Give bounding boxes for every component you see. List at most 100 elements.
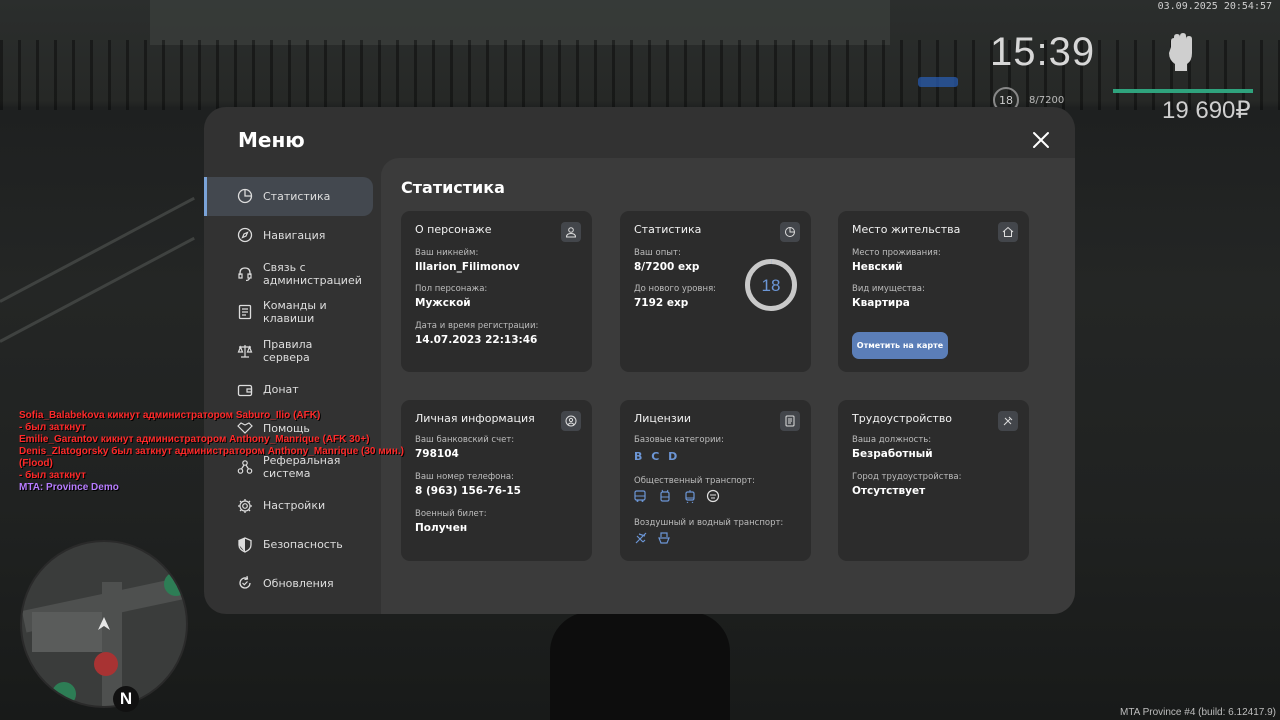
license-document-icon bbox=[780, 411, 800, 431]
field-value: Illarion_Filimonov bbox=[415, 261, 520, 273]
field-label: Базовые категории: bbox=[634, 435, 724, 445]
property-type-field: Вид имущества: Квартира bbox=[852, 284, 925, 309]
military-id-field: Военный билет: Получен bbox=[415, 509, 487, 534]
field-value: Невский bbox=[852, 261, 903, 273]
sidebar-item-updates[interactable]: Обновления bbox=[204, 564, 373, 603]
sidebar-item-rules[interactable]: Правила сервера bbox=[204, 332, 373, 371]
sidebar-item-navigation[interactable]: Навигация bbox=[204, 216, 373, 255]
mark-on-map-button[interactable]: Отметить на карте bbox=[852, 332, 948, 359]
field-value: 8 (963) 156-76-15 bbox=[415, 485, 521, 497]
wallet-icon bbox=[237, 384, 253, 396]
minimap-block bbox=[32, 612, 102, 652]
trolleybus-icon bbox=[660, 489, 670, 502]
exp-field: Ваш опыт: 8/7200 exp bbox=[634, 248, 699, 273]
sidebar-nav: Статистика Навигация Связь с администрац… bbox=[204, 177, 380, 603]
bank-account-field: Ваш банковский счет: 798104 bbox=[415, 435, 514, 460]
sidebar-item-label: Безопасность bbox=[263, 538, 343, 552]
field-value: 7192 exp bbox=[634, 297, 689, 309]
registration-field: Дата и время регистрации: 14.07.2023 22:… bbox=[415, 321, 538, 346]
hud-exp: 8/7200 bbox=[1029, 95, 1065, 106]
background-car bbox=[918, 77, 958, 87]
field-value: 798104 bbox=[415, 448, 459, 460]
chat-line: Denis_Zlatogorsky был заткнут администра… bbox=[19, 446, 404, 457]
tools-icon bbox=[998, 411, 1018, 431]
sidebar-item-security[interactable]: Безопасность bbox=[204, 525, 373, 564]
field-label: Общественный транспорт: bbox=[634, 476, 755, 486]
licenses-card: Лицензии Базовые категории: B C D Общест… bbox=[620, 400, 811, 561]
road-marking bbox=[0, 236, 195, 343]
pie-chart-icon bbox=[237, 189, 253, 204]
field-label: До нового уровня: bbox=[634, 284, 717, 294]
field-label: Ваша должность: bbox=[852, 435, 932, 445]
sidebar-item-label: Связь с администрацией bbox=[263, 260, 362, 287]
sidebar-item-label: Правила сервера bbox=[263, 338, 313, 365]
refresh-icon bbox=[239, 576, 251, 589]
background-building bbox=[150, 0, 890, 45]
field-label: Дата и время регистрации: bbox=[415, 321, 539, 331]
chat-log: Sofia_Balabekova кикнут администратором … bbox=[19, 410, 404, 494]
card-title: Трудоустройство bbox=[852, 412, 953, 425]
field-value: 8/7200 exp bbox=[634, 261, 700, 273]
taxi-icon bbox=[706, 489, 720, 503]
player-arrow-icon bbox=[98, 617, 110, 630]
bank-icon bbox=[164, 572, 186, 596]
chat-line: (Flood) bbox=[19, 458, 53, 469]
fist-icon bbox=[1169, 33, 1192, 71]
car-dealer-icon bbox=[52, 682, 76, 706]
bus-icon bbox=[634, 490, 646, 502]
field-label: Воздушный и водный транспорт: bbox=[634, 518, 784, 528]
close-icon[interactable] bbox=[1031, 130, 1051, 150]
sidebar-item-label: Обновления bbox=[263, 576, 334, 590]
field-value: Квартира bbox=[852, 297, 910, 309]
user-circle-icon bbox=[561, 411, 581, 431]
scales-icon bbox=[237, 345, 253, 358]
next-level-field: До нового уровня: 7192 exp bbox=[634, 284, 716, 309]
phone-field: Ваш номер телефона: 8 (963) 156-76-15 bbox=[415, 472, 521, 497]
sidebar-item-label: Донат bbox=[263, 383, 299, 397]
chat-line: MTA: Province Demo bbox=[19, 482, 119, 493]
field-value: Получен bbox=[415, 522, 468, 534]
base-categories-field: Базовые категории: bbox=[634, 435, 724, 445]
sidebar-item-statistics[interactable]: Статистика bbox=[204, 177, 373, 216]
sidebar-item-donate[interactable]: Донат bbox=[204, 370, 373, 409]
chat-line: - был заткнут bbox=[19, 422, 86, 433]
plane-icon bbox=[635, 532, 647, 544]
pie-chart-icon bbox=[780, 222, 800, 242]
document-list-icon bbox=[238, 305, 252, 320]
card-title: Статистика bbox=[634, 223, 702, 236]
stats-card: Статистика Ваш опыт: 8/7200 exp До новог… bbox=[620, 211, 811, 372]
character-card: О персонаже Ваш никнейм: Illarion_Filimo… bbox=[401, 211, 592, 372]
sidebar-item-commands[interactable]: Команды и клавиши bbox=[204, 293, 373, 332]
field-label: Военный билет: bbox=[415, 509, 487, 519]
sidebar-item-label: Команды и клавиши bbox=[263, 299, 327, 326]
field-label: Ваш опыт: bbox=[634, 248, 681, 258]
chat-line: Emilie_Garantov кикнут администратором A… bbox=[19, 434, 370, 445]
gear-icon bbox=[238, 498, 252, 513]
level-progress-ring: 18 bbox=[745, 259, 797, 311]
hospital-icon bbox=[94, 652, 118, 676]
sidebar-item-label: Навигация bbox=[263, 228, 326, 242]
headset-icon bbox=[238, 267, 252, 281]
level-number: 18 bbox=[762, 276, 781, 295]
hud-money: 19 690₽ bbox=[1162, 97, 1251, 124]
shield-icon bbox=[238, 536, 252, 553]
sidebar-item-contact-admin[interactable]: Связь с администрацией bbox=[204, 254, 373, 293]
field-label: Ваш номер телефона: bbox=[415, 472, 514, 482]
house-icon bbox=[998, 222, 1018, 242]
field-value: 14.07.2023 22:13:46 bbox=[415, 334, 538, 346]
tram-icon bbox=[685, 490, 695, 503]
statistics-content: Статистика О персонаже Ваш никнейм: Illa… bbox=[381, 158, 1075, 614]
menu-title: Меню bbox=[238, 128, 305, 152]
sidebar-item-label: Настройки bbox=[263, 499, 326, 513]
nickname-field: Ваш никнейм: Illarion_Filimonov bbox=[415, 248, 520, 273]
north-indicator-icon: N bbox=[113, 686, 139, 712]
public-transport-field: Общественный транспорт: bbox=[634, 476, 755, 486]
residence-card: Место жительства Место проживания: Невск… bbox=[838, 211, 1029, 372]
user-icon bbox=[561, 222, 581, 242]
license-categories: B C D bbox=[634, 450, 678, 463]
job-position-field: Ваша должность: Безработный bbox=[852, 435, 933, 460]
sidebar-item-label: Статистика bbox=[263, 189, 331, 203]
card-title: Место жительства bbox=[852, 223, 961, 236]
chat-line: - был заткнут bbox=[19, 470, 86, 481]
field-label: Вид имущества: bbox=[852, 284, 925, 294]
